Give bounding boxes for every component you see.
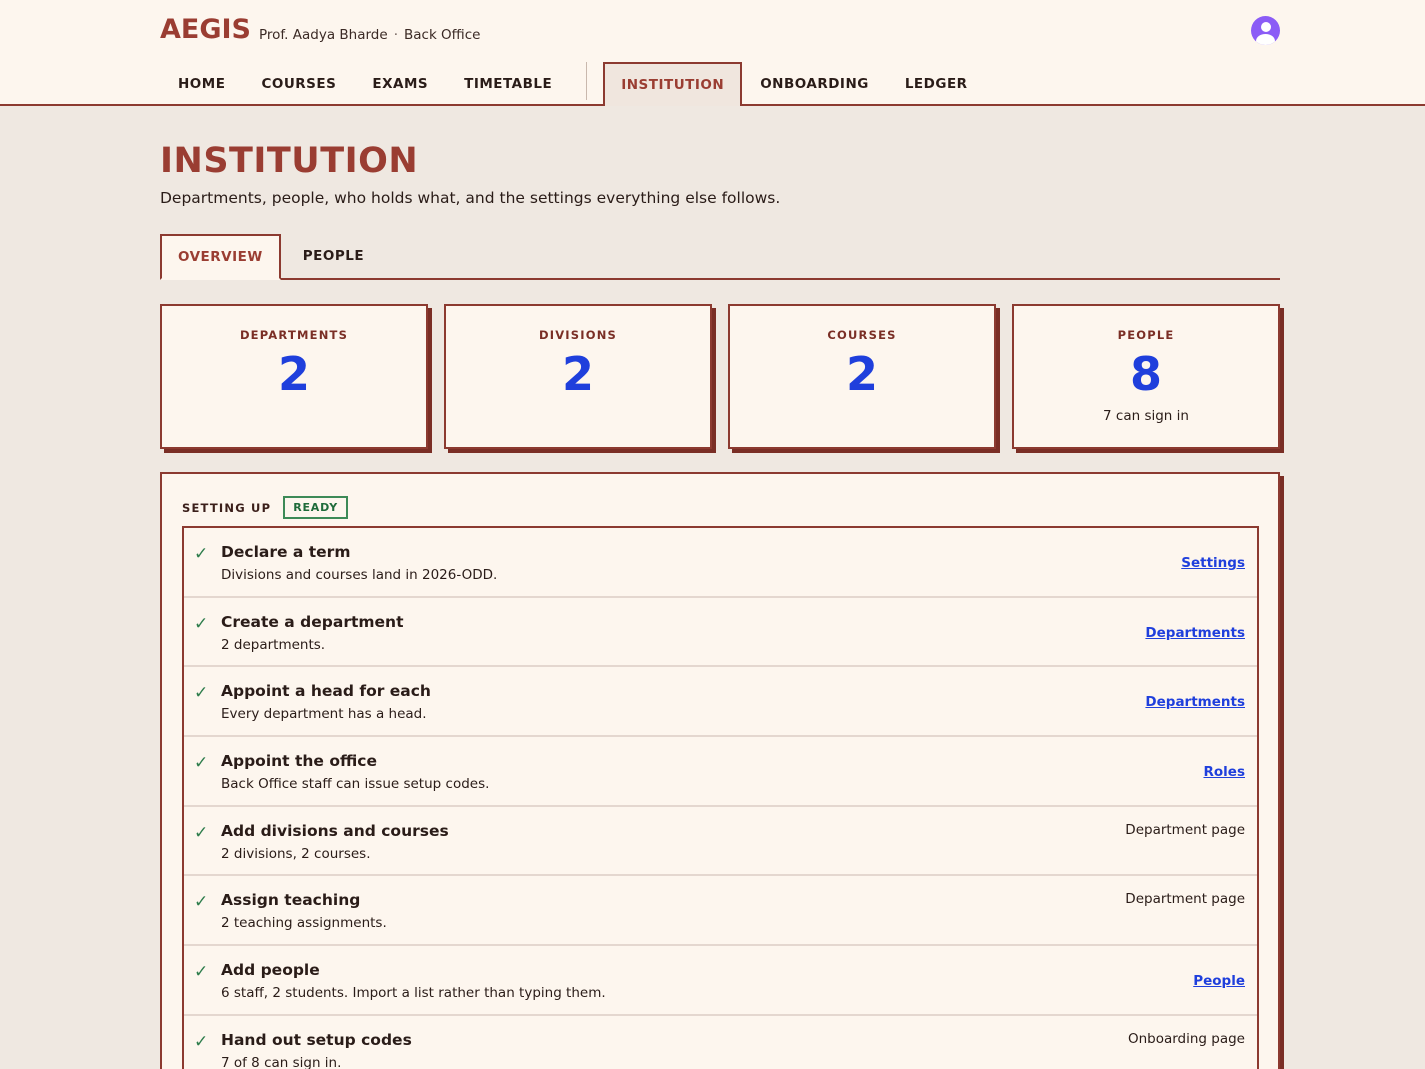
stat-label: DIVISIONS: [538, 328, 618, 342]
step-note: Department page: [1125, 821, 1245, 838]
step-description: 2 divisions, 2 courses.: [221, 845, 371, 862]
step-title: Assign teaching: [221, 891, 361, 910]
step-link-roles[interactable]: Roles: [1204, 764, 1246, 780]
tab-overview[interactable]: OVERVIEW: [160, 234, 281, 280]
user-name: Prof. Aadya Bharde: [259, 27, 388, 43]
tab-bar: OVERVIEW PEOPLE: [160, 234, 1280, 280]
step-link-people[interactable]: People: [1193, 973, 1245, 989]
page-subtitle: Departments, people, who holds what, and…: [160, 189, 781, 207]
user-role: Back Office: [403, 27, 481, 43]
stat-card-courses: COURSES 2: [728, 304, 996, 449]
step-description: Every department has a head.: [221, 706, 427, 723]
setup-step: ✓ Create a department 2 departments. Dep…: [184, 598, 1257, 668]
check-icon: ✓: [194, 544, 209, 564]
setup-header: SETTING UP READY: [182, 496, 349, 519]
setup-step: ✓ Appoint a head for each Every departme…: [184, 667, 1257, 738]
setup-step: ✓ Add divisions and courses 2 divisions,…: [184, 807, 1257, 877]
check-icon: ✓: [194, 822, 209, 843]
avatar-icon[interactable]: [1251, 16, 1280, 45]
check-icon: ✓: [194, 892, 209, 913]
nav-exams[interactable]: EXAMS: [354, 62, 446, 106]
stat-label: COURSES: [827, 328, 897, 342]
step-title: Appoint the office: [221, 752, 377, 771]
step-link-departments[interactable]: Departments: [1145, 694, 1245, 710]
setup-step: ✓ Hand out setup codes 7 of 8 can sign i…: [184, 1016, 1257, 1069]
step-description: 2 teaching assignments.: [221, 915, 387, 932]
check-icon: ✓: [194, 683, 209, 704]
step-description: Divisions and courses land in 2026-ODD.: [221, 567, 498, 583]
stat-value: 2: [277, 347, 310, 401]
check-icon: ✓: [194, 753, 209, 774]
main-nav: HOME COURSES EXAMS TIMETABLE INSTITUTION…: [160, 62, 986, 106]
top-bar: AEGIS Prof. Aadya Bharde · Back Office HOM…: [0, 0, 1425, 106]
nav-onboarding[interactable]: ONBOARDING: [742, 62, 887, 106]
step-title: Hand out setup codes: [221, 1030, 412, 1049]
check-icon: ✓: [194, 962, 209, 983]
step-note: Department page: [1125, 891, 1245, 908]
stat-card-departments: DEPARTMENTS 2: [160, 304, 428, 449]
nav-institution[interactable]: INSTITUTION: [603, 62, 743, 106]
separator-dot: ·: [393, 27, 398, 43]
user-identity: Prof. Aadya Bharde · Back Office: [259, 27, 480, 43]
nav-divider: [586, 62, 588, 100]
nav-home[interactable]: HOME: [160, 62, 243, 106]
setup-step: ✓ Assign teaching 2 teaching assignments…: [184, 876, 1257, 947]
status-badge: READY: [283, 496, 349, 519]
setup-step: ✓ Add people 6 staff, 2 students. Import…: [184, 946, 1257, 1016]
setup-step: ✓ Declare a term Divisions and courses l…: [184, 528, 1257, 598]
step-description: Back Office staff can issue setup codes.: [221, 776, 490, 793]
stat-value: 8: [1129, 347, 1162, 401]
stat-card-divisions: DIVISIONS 2: [444, 304, 712, 449]
step-title: Add people: [221, 961, 320, 980]
step-note: Onboarding page: [1127, 1030, 1245, 1047]
stat-label: DEPARTMENTS: [239, 328, 349, 342]
step-title: Create a department: [221, 612, 404, 631]
nav-courses[interactable]: COURSES: [243, 62, 354, 106]
setup-title: SETTING UP: [182, 500, 272, 515]
stat-value: 2: [845, 347, 878, 401]
check-icon: ✓: [194, 613, 209, 634]
brand-logo[interactable]: AEGIS: [160, 14, 251, 45]
nav-timetable[interactable]: TIMETABLE: [446, 62, 570, 106]
step-title: Appoint a head for each: [221, 682, 431, 701]
step-link-departments[interactable]: Departments: [1145, 625, 1245, 641]
stat-label: PEOPLE: [1117, 328, 1175, 342]
step-link-settings[interactable]: Settings: [1181, 555, 1245, 571]
tab-people[interactable]: PEOPLE: [281, 234, 386, 278]
nav-ledger[interactable]: LEDGER: [887, 62, 986, 106]
step-title: Declare a term: [221, 543, 351, 561]
setup-panel: SETTING UP READY ✓ Declare a term Divisi…: [160, 472, 1280, 1069]
stat-note: 7 can sign in: [1103, 408, 1189, 424]
setup-steps: ✓ Declare a term Divisions and courses l…: [182, 526, 1259, 1069]
step-title: Add divisions and courses: [221, 821, 449, 840]
step-description: 2 departments.: [221, 636, 326, 653]
page-title: INSTITUTION: [160, 141, 419, 181]
check-icon: ✓: [194, 1031, 209, 1052]
step-description: 7 of 8 can sign in.: [221, 1054, 342, 1069]
setup-step: ✓ Appoint the office Back Office staff c…: [184, 737, 1257, 807]
stat-value: 2: [561, 347, 594, 401]
stat-card-people: PEOPLE 8 7 can sign in: [1012, 304, 1280, 449]
step-description: 6 staff, 2 students. Import a list rathe…: [221, 985, 606, 1002]
